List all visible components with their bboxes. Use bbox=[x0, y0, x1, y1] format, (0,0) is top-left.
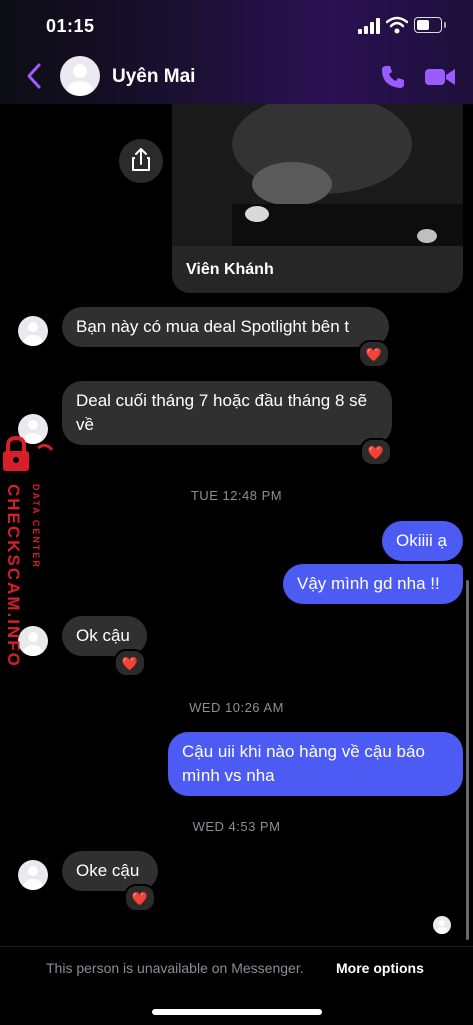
default-avatar-icon bbox=[436, 920, 448, 934]
watermark-line2: CHECKSCAM.INFO bbox=[4, 484, 23, 666]
timestamp-divider: WED 10:26 AM bbox=[189, 700, 284, 715]
wifi-icon bbox=[386, 16, 408, 34]
contact-avatar[interactable] bbox=[60, 56, 100, 96]
incoming-message[interactable]: Bạn này có mua deal Spotlight bên t bbox=[62, 307, 389, 347]
contact-name[interactable]: Uyên Mai bbox=[112, 66, 195, 88]
seen-indicator-avatar bbox=[433, 916, 451, 934]
heart-reaction[interactable]: ❤️ bbox=[358, 340, 390, 368]
phone-call-icon[interactable] bbox=[380, 64, 406, 90]
share-icon bbox=[132, 148, 150, 171]
outgoing-message[interactable]: Cậu uii khi nào hàng về cậu báo mình vs … bbox=[168, 732, 463, 796]
default-avatar-icon bbox=[23, 322, 43, 346]
video-call-icon[interactable] bbox=[424, 64, 456, 90]
back-chevron-icon[interactable] bbox=[24, 62, 44, 90]
battery-icon bbox=[414, 17, 446, 33]
scrollbar[interactable] bbox=[466, 580, 469, 940]
cellular-signal-icon bbox=[358, 18, 380, 34]
outgoing-message[interactable]: Vậy mình gd nha !! bbox=[283, 564, 463, 604]
lock-icon bbox=[3, 436, 54, 471]
heart-reaction[interactable]: ❤️ bbox=[114, 649, 146, 677]
timestamp-divider: TUE 12:48 PM bbox=[190, 488, 283, 503]
sender-avatar[interactable] bbox=[18, 316, 48, 346]
post-photo bbox=[172, 104, 463, 246]
timestamp-divider: WED 4:53 PM bbox=[192, 819, 281, 834]
shared-post-image[interactable] bbox=[172, 104, 463, 246]
status-time: 01:15 bbox=[46, 16, 95, 36]
sender-avatar[interactable] bbox=[18, 860, 48, 890]
home-indicator[interactable] bbox=[152, 1009, 322, 1015]
watermark-line1: DATA CENTER bbox=[31, 484, 41, 569]
incoming-message[interactable]: Deal cuối tháng 7 hoặc đầu tháng 8 sẽ về bbox=[62, 381, 392, 445]
heart-reaction[interactable]: ❤️ bbox=[360, 438, 392, 466]
heart-reaction[interactable]: ❤️ bbox=[124, 884, 156, 912]
default-avatar-icon bbox=[67, 64, 93, 96]
default-avatar-icon bbox=[23, 866, 43, 890]
more-options-link[interactable]: More options bbox=[336, 960, 424, 976]
share-button[interactable] bbox=[119, 139, 163, 183]
checkscam-watermark: DATA CENTER CHECKSCAM.INFO bbox=[3, 436, 54, 666]
outgoing-message[interactable]: Okiiii ạ bbox=[382, 521, 463, 561]
shared-post-title: Viên Khánh bbox=[186, 261, 274, 278]
unavailable-notice: This person is unavailable on Messenger. bbox=[46, 960, 304, 976]
